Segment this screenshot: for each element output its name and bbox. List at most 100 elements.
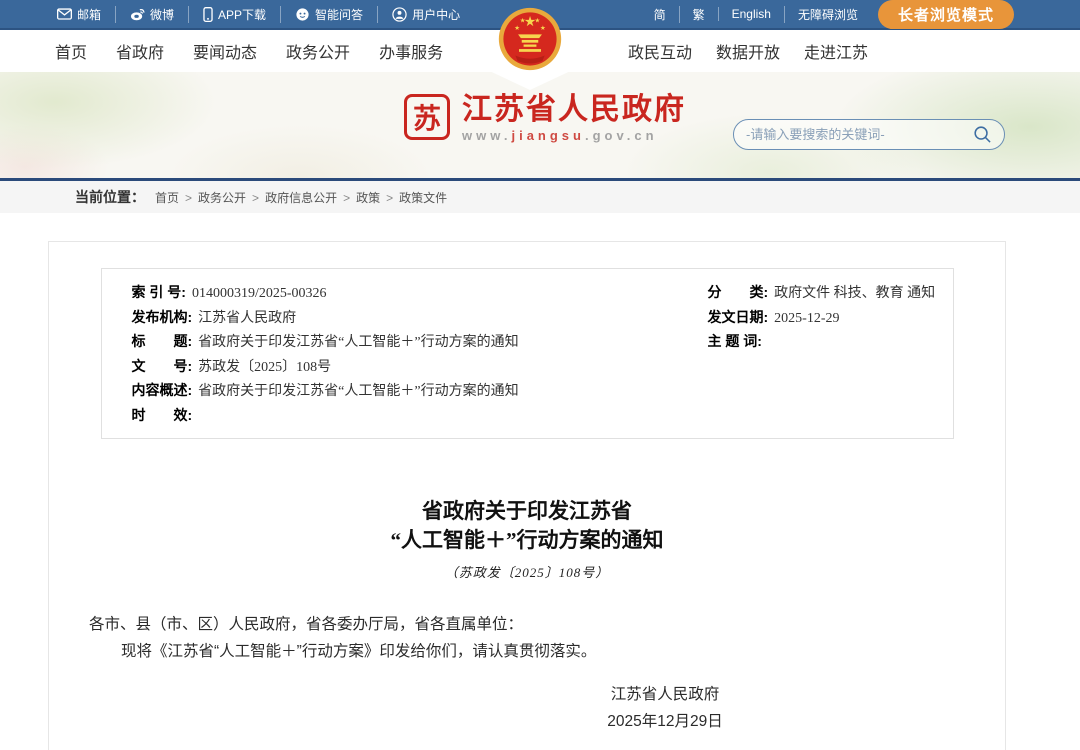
smart-qa-link[interactable]: 智能问答 [280,6,363,23]
meta-value-title: 省政府关于印发江苏省“人工智能＋”行动方案的通知 [192,335,518,350]
meta-label-summary: 内容概述: [132,382,193,398]
nav-item-services[interactable]: 办事服务 [379,39,443,63]
elder-mode-button[interactable]: 长者浏览模式 [878,0,1014,29]
meta-row-issue-date: 发文日期:2025-12-29 [708,306,953,331]
site-search [733,119,1005,150]
meta-column-right: 分 类:政府文件 科技、教育 通知 发文日期:2025-12-29 主 题 词: [662,281,953,428]
svg-text:★: ★ [540,25,546,32]
svg-text:★: ★ [520,18,526,25]
svg-text:★: ★ [514,25,520,32]
weibo-link[interactable]: 微博 [115,6,174,23]
meta-row-keywords: 主 题 词: [708,330,953,355]
document-number: （苏政发〔2025〕108号） [49,562,1005,581]
meta-value-issue-date: 2025-12-29 [768,311,839,326]
site-seal-icon: 苏 [404,94,450,140]
site-url-mid: jiangsu [511,128,585,143]
meta-label-issuing-org: 发布机构: [132,309,193,325]
user-center-link[interactable]: 用户中心 [377,6,460,23]
nav-left-group: 首页 省政府 要闻动态 政务公开 办事服务 [55,30,443,72]
meta-row-title: 标 题:省政府关于印发江苏省“人工智能＋”行动方案的通知 [132,330,662,355]
site-title-block: 江苏省人民政府 www.jiangsu.gov.cn [462,94,686,143]
meta-value-validity [192,409,198,424]
search-icon [973,125,992,144]
nav-item-news[interactable]: 要闻动态 [193,39,257,63]
app-download-icon [203,7,213,22]
quick-links: 邮箱 微博 APP下载 智能问答 用户中心 [57,6,460,23]
meta-label-doc-no: 文 号: [132,358,193,374]
breadcrumb-gov-affairs[interactable]: 政务公开 [198,189,265,206]
document-body: 各市、县（市、区）人民政府，省各委办厅局，省各直属单位： 现将《江苏省“人工智能… [49,611,1005,665]
meta-column-left: 索 引 号:014000319/2025-00326 发布机构:江苏省人民政府 … [102,281,662,428]
meta-value-category: 政府文件 科技、教育 通知 [768,286,935,301]
user-center-label: 用户中心 [412,6,460,23]
nav-item-interaction[interactable]: 政民互动 [628,39,692,63]
breadcrumb: 当前位置： 首页 政务公开 政府信息公开 政策 政策文件 [0,181,1080,213]
breadcrumb-policy-docs[interactable]: 政策文件 [399,189,447,206]
emblem-area: ★ ★ ★ ★ ★ [466,0,594,92]
search-button[interactable] [973,125,992,144]
seal-character: 苏 [413,97,441,137]
meta-label-issue-date: 发文日期: [708,309,769,325]
content-area: 索 引 号:014000319/2025-00326 发布机构: 江苏省人民政府 … [0,213,1080,750]
signature-block: 江苏省人民政府 2025年12月29日 [555,681,775,735]
lang-english[interactable]: English [718,7,771,21]
document-meta-table: 索 引 号:014000319/2025-00326 发布机构:江苏省人民政府 … [101,268,954,439]
site-url: www.jiangsu.gov.cn [462,128,686,143]
meta-label-validity: 时 效: [132,407,193,423]
site-url-prefix: www. [462,128,511,143]
search-input[interactable] [746,127,973,142]
language-switcher: 简 繁 English 无障碍浏览 长者浏览模式 [654,0,1014,29]
national-emblem-icon: ★ ★ ★ ★ ★ [497,6,563,72]
breadcrumb-info-disclosure[interactable]: 政府信息公开 [265,189,356,206]
site-url-suffix: .gov.cn [585,128,658,143]
document-salutation: 各市、县（市、区）人民政府，省各委办厅局，省各直属单位： [49,611,1005,638]
meta-row-summary: 内容概述:省政府关于印发江苏省“人工智能＋”行动方案的通知 [132,379,662,404]
meta-label-category: 分 类: [708,284,769,300]
document-card: 索 引 号:014000319/2025-00326 发布机构: 江苏省人民政府 … [48,241,1006,750]
lang-traditional[interactable]: 繁 [679,6,705,23]
nav-item-home[interactable]: 首页 [55,39,87,63]
meta-row-index-no: 索 引 号:014000319/2025-00326 [132,281,662,306]
smart-qa-label: 智能问答 [315,6,363,23]
document-paragraph: 现将《江苏省“人工智能＋”行动方案》印发给你们，请认真贯彻落实。 [49,638,1005,665]
signature-org: 江苏省人民政府 [555,681,775,708]
nav-item-open-data[interactable]: 数据开放 [716,39,780,63]
mail-link[interactable]: 邮箱 [57,6,101,23]
accessibility-link[interactable]: 无障碍浏览 [784,6,858,23]
breadcrumb-label: 当前位置： [75,187,145,207]
meta-value-issuing-org: 江苏省人民政府 [192,311,296,326]
svg-text:★: ★ [534,18,540,25]
app-download-label: APP下载 [218,6,266,23]
user-center-icon [392,7,407,22]
meta-row-issuing-org: 发布机构:江苏省人民政府 [132,306,662,331]
nav-item-gov-affairs[interactable]: 政务公开 [286,39,350,63]
meta-row-validity: 时 效: [132,404,662,429]
signature-date: 2025年12月29日 [555,708,775,735]
meta-label-index-no: 索 引 号: [132,284,186,300]
document-title-line1: 省政府关于印发江苏省 [49,497,1005,526]
meta-value-doc-no: 苏政发〔2025〕108号 [192,360,331,375]
meta-label-keywords: 主 题 词: [708,333,762,349]
meta-value-keywords [762,335,768,350]
weibo-icon [130,7,145,21]
document-title-line2: “人工智能＋”行动方案的通知 [49,526,1005,555]
mail-label: 邮箱 [77,6,101,23]
meta-row-doc-no: 文 号:苏政发〔2025〕108号 [132,355,662,380]
nav-item-provincial-gov[interactable]: 省政府 [116,39,164,63]
weibo-label: 微博 [150,6,174,23]
nav-right-group: 政民互动 数据开放 走进江苏 [628,30,868,72]
site-name: 江苏省人民政府 [462,94,686,126]
meta-row-category: 分 类:政府文件 科技、教育 通知 [708,281,953,306]
meta-label-title: 标 题: [132,333,193,349]
breadcrumb-home[interactable]: 首页 [155,189,198,206]
smart-qa-icon [295,7,310,22]
lang-simplified[interactable]: 简 [654,6,666,23]
site-logo[interactable]: 苏 江苏省人民政府 www.jiangsu.gov.cn [404,94,686,143]
mail-icon [57,8,72,20]
document-title: 省政府关于印发江苏省 “人工智能＋”行动方案的通知 [49,497,1005,555]
meta-value-summary: 省政府关于印发江苏省“人工智能＋”行动方案的通知 [192,384,518,399]
breadcrumb-policy[interactable]: 政策 [356,189,399,206]
nav-item-about-jiangsu[interactable]: 走进江苏 [804,39,868,63]
meta-value-index-no: 014000319/2025-00326 [186,286,327,301]
app-download-link[interactable]: APP下载 [188,6,266,23]
